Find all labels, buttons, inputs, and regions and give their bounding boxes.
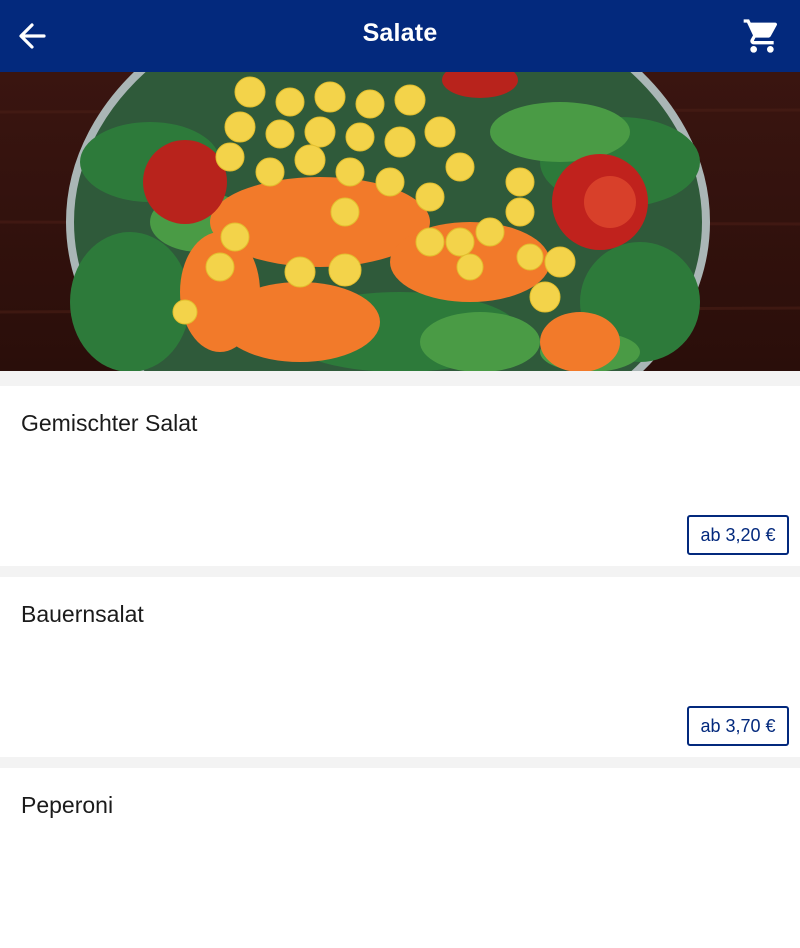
shopping-cart-icon <box>743 19 778 53</box>
salad-bowl-photo <box>0 72 800 371</box>
product-card[interactable]: Peperoni <box>0 768 800 948</box>
product-name: Gemischter Salat <box>21 410 198 436</box>
price-button[interactable]: ab 3,70 € <box>687 706 789 746</box>
product-name: Bauernsalat <box>21 601 144 627</box>
price-button[interactable]: ab 3,20 € <box>687 515 789 555</box>
page-title: Salate <box>362 19 438 47</box>
product-name: Peperoni <box>21 792 114 818</box>
cart-button[interactable] <box>742 16 782 56</box>
category-hero-image <box>0 72 800 371</box>
top-app-bar: Salate <box>0 0 800 72</box>
product-list: Gemischter Salat ab 3,20 € Bauernsalat a… <box>0 371 800 948</box>
product-card[interactable]: Bauernsalat ab 3,70 € <box>0 577 800 757</box>
product-card[interactable]: Gemischter Salat ab 3,20 € <box>0 386 800 566</box>
